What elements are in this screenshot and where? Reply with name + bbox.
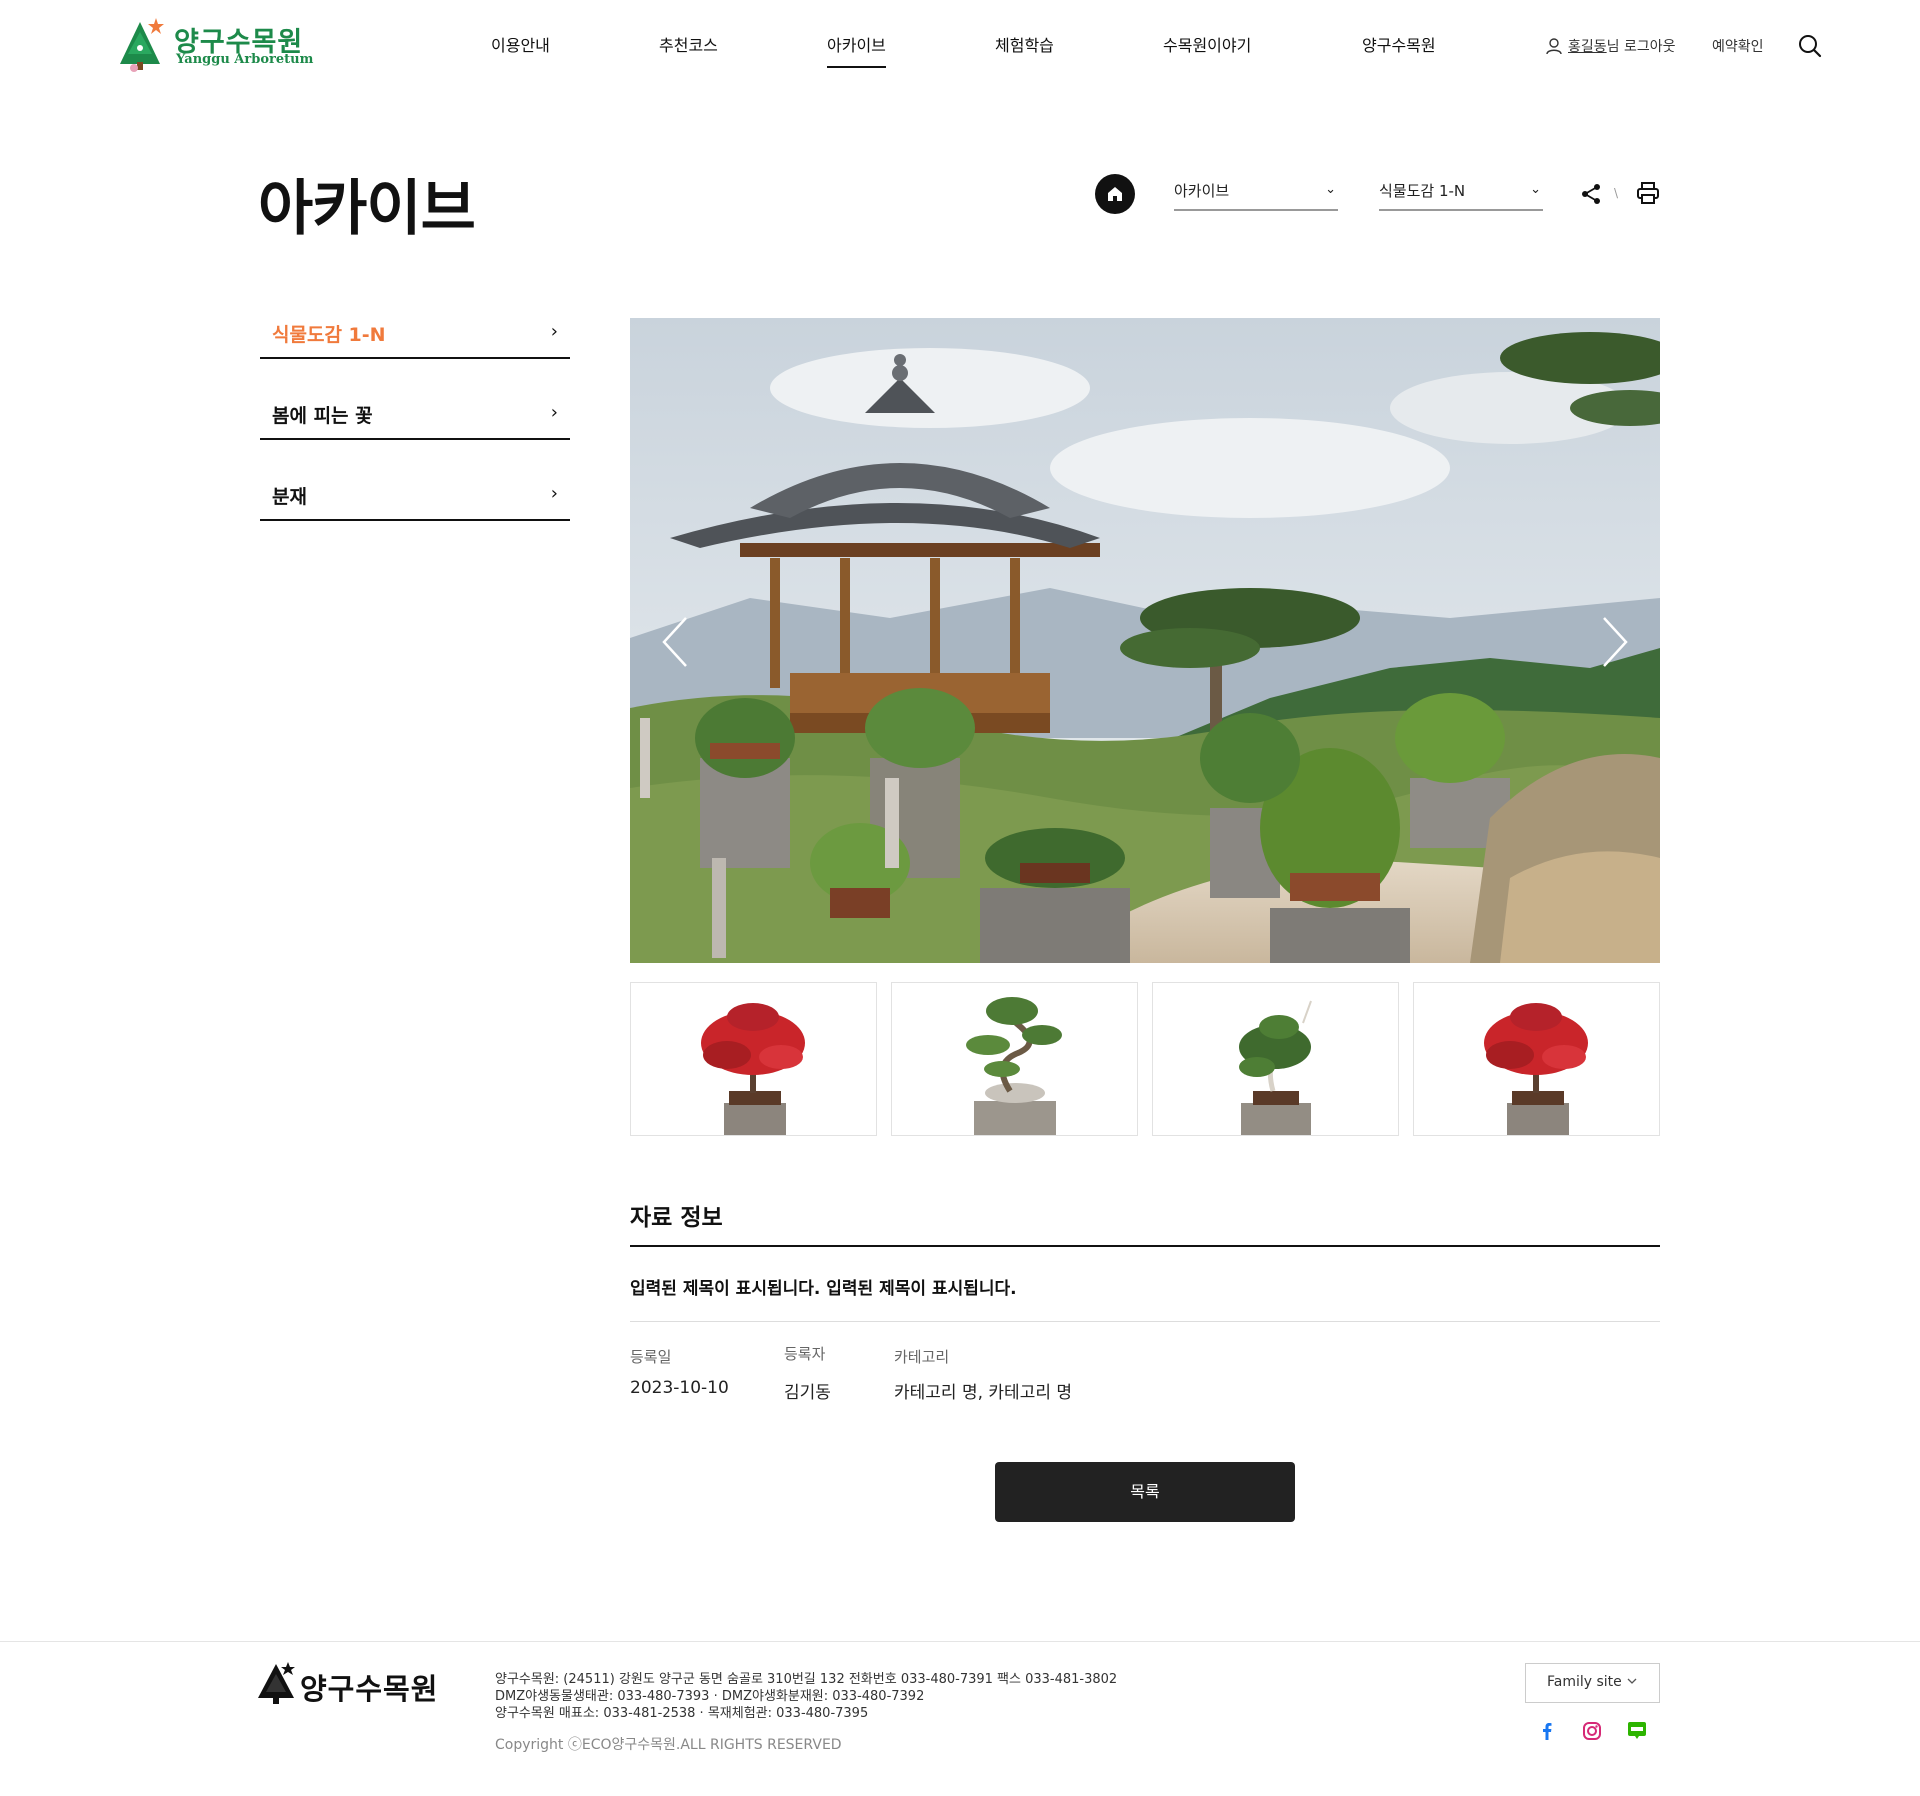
divider xyxy=(630,1245,1660,1247)
footer-logo: 양구수목원 xyxy=(258,1662,468,1706)
gallery-thumbnail[interactable] xyxy=(1152,982,1399,1136)
tree-logo-icon xyxy=(120,18,164,72)
chevron-right-icon: › xyxy=(550,483,558,504)
logout-link[interactable]: 님 로그아웃 xyxy=(1607,39,1676,55)
chevron-down-icon: ⌄ xyxy=(1530,182,1541,197)
nav-item-story[interactable]: 수목원이야기 xyxy=(1163,32,1251,56)
info-title: 입력된 제목이 표시됩니다. 입력된 제목이 표시됩니다. xyxy=(630,1279,1017,1299)
family-site-label: Family site xyxy=(1547,1674,1622,1690)
chevron-down-icon: ⌄ xyxy=(1325,182,1336,197)
side-menu-item-plant-guide[interactable]: 식물도감 1-N › xyxy=(260,318,570,359)
page-title: 아카이브 xyxy=(258,174,476,244)
divider: \ xyxy=(1614,186,1619,200)
pine-bonsai-image xyxy=(966,997,1062,1135)
blog-icon xyxy=(1628,1722,1646,1739)
gallery-prev-button[interactable] xyxy=(658,614,694,670)
meta-label-author: 등록자 xyxy=(784,1345,826,1363)
list-button[interactable]: 목록 xyxy=(995,1462,1295,1522)
main-gallery-image xyxy=(630,318,1660,963)
user-logout[interactable]: 홍길동님 로그아웃 xyxy=(1568,36,1676,56)
share-button[interactable] xyxy=(1580,183,1602,205)
search-icon xyxy=(1799,35,1822,58)
user-name: 홍길동 xyxy=(1568,39,1607,55)
site-logo[interactable]: 양구수목원 Yanggu Arboretum xyxy=(120,18,320,72)
chevron-right-icon: › xyxy=(550,402,558,423)
family-site-select[interactable]: Family site xyxy=(1525,1663,1660,1703)
side-menu-label: 봄에 피는 꽃 xyxy=(272,405,373,427)
info-heading: 자료 정보 xyxy=(630,1205,723,1231)
footer-logo-text: 양구수목원 xyxy=(300,1672,439,1706)
home-icon xyxy=(1108,187,1122,201)
tree-logo-icon xyxy=(258,1662,295,1704)
pavilion-bonsai-photo xyxy=(630,318,1660,963)
nav-item-archive[interactable]: 아카이브 xyxy=(827,32,886,68)
print-button[interactable] xyxy=(1636,181,1660,205)
red-maple-bonsai-image xyxy=(701,1003,805,1135)
juniper-bonsai-image xyxy=(1239,1000,1312,1135)
facebook-icon xyxy=(1543,1723,1552,1740)
red-maple-bonsai-image xyxy=(1484,1003,1588,1135)
logo-text-en: Yanggu Arboretum xyxy=(176,52,314,67)
location-depth1-value: 아카이브 xyxy=(1174,182,1230,200)
meta-label-date: 등록일 xyxy=(630,1348,672,1366)
chevron-right-icon: › xyxy=(550,321,558,342)
gallery-thumbnail[interactable] xyxy=(630,982,877,1136)
meta-value-date: 2023-10-10 xyxy=(630,1378,729,1398)
print-icon xyxy=(1637,182,1659,204)
nav-item-guide[interactable]: 이용안내 xyxy=(491,32,550,56)
chevron-left-icon xyxy=(662,617,687,667)
blog-link[interactable] xyxy=(1626,1720,1648,1742)
facebook-link[interactable] xyxy=(1536,1720,1558,1742)
copyright: Copyright ⓒECO양구수목원.ALL RIGHTS RESERVED xyxy=(495,1737,842,1753)
nav-item-experience[interactable]: 체험학습 xyxy=(995,32,1054,56)
site-header: 양구수목원 Yanggu Arboretum 이용안내 추천코스 아카이브 체험… xyxy=(0,0,1920,100)
instagram-icon xyxy=(1583,1722,1601,1740)
gallery-thumbnail[interactable] xyxy=(891,982,1138,1136)
home-button[interactable] xyxy=(1095,174,1135,214)
footer-address-line: 양구수목원 매표소: 033-481-2538 · 목재체험관: 033-480… xyxy=(495,1706,869,1721)
nav-item-arboretum[interactable]: 양구수목원 xyxy=(1362,32,1436,56)
divider xyxy=(630,1321,1660,1322)
side-menu-label: 분재 xyxy=(272,486,307,508)
chevron-down-icon xyxy=(1627,1678,1637,1684)
side-menu-item-bonsai[interactable]: 분재 › xyxy=(260,480,570,521)
location-select-depth1[interactable]: 아카이브 ⌄ xyxy=(1174,180,1338,211)
nav-item-course[interactable]: 추천코스 xyxy=(659,32,718,56)
footer-divider xyxy=(0,1641,1920,1642)
search-button[interactable] xyxy=(1798,34,1824,60)
meta-value-author: 김기동 xyxy=(784,1383,831,1403)
user-icon xyxy=(1546,38,1562,55)
meta-label-category: 카테고리 xyxy=(894,1348,950,1366)
gallery-next-button[interactable] xyxy=(1596,614,1632,670)
side-menu-label: 식물도감 1-N xyxy=(272,324,386,346)
location-select-depth2[interactable]: 식물도감 1-N ⌄ xyxy=(1379,180,1543,211)
location-depth2-value: 식물도감 1-N xyxy=(1379,182,1466,200)
meta-value-category: 카테고리 명, 카테고리 명 xyxy=(894,1383,1073,1403)
instagram-link[interactable] xyxy=(1581,1720,1603,1742)
chevron-right-icon xyxy=(1603,617,1628,667)
reservation-check-link[interactable]: 예약확인 xyxy=(1712,36,1764,56)
side-menu-item-spring-flowers[interactable]: 봄에 피는 꽃 › xyxy=(260,399,570,440)
gallery-thumbnail[interactable] xyxy=(1413,982,1660,1136)
share-icon xyxy=(1582,184,1600,204)
